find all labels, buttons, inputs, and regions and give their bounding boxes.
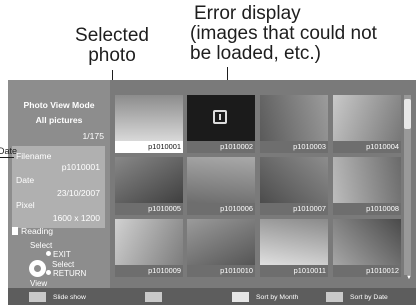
filename-label: Filename bbox=[16, 151, 52, 161]
callout-selected-line1: Selected bbox=[75, 25, 149, 46]
thumbnail-caption: p1010007 bbox=[260, 203, 328, 215]
filename-value: p1010001 bbox=[61, 162, 100, 172]
thumbnail-caption: p1010003 bbox=[260, 141, 328, 153]
thumbnail-photo[interactable]: p1010004 bbox=[333, 95, 401, 153]
thumbnail-image bbox=[187, 157, 255, 203]
return-bullet-icon bbox=[46, 270, 51, 275]
return-label: RETURN bbox=[53, 269, 87, 278]
exit-label: EXIT bbox=[53, 250, 71, 259]
sort-by-month-swatch bbox=[232, 292, 249, 302]
sort-by-date-button[interactable]: Sort by Date bbox=[326, 292, 388, 302]
thumbnail-photo[interactable]: p1010010 bbox=[187, 219, 255, 277]
exit-hint: EXIT bbox=[46, 250, 71, 259]
thumbnail-image bbox=[260, 157, 328, 203]
view-hint: View bbox=[30, 279, 48, 288]
sort-by-date-swatch bbox=[326, 292, 343, 302]
photo-view-screen: Photo View Mode All pictures 1/175 Filen… bbox=[8, 80, 416, 305]
scroll-thumb[interactable] bbox=[404, 99, 411, 129]
error-display-callout: Error display (images that could not be … bbox=[190, 4, 416, 64]
blank-function-button[interactable] bbox=[145, 292, 169, 302]
thumbnail-error[interactable]: p1010002 bbox=[187, 95, 255, 153]
pixel-value: 1600 x 1200 bbox=[52, 213, 100, 223]
info-sidepanel: Photo View Mode All pictures 1/175 Filen… bbox=[8, 80, 110, 288]
slide-show-label: Slide show bbox=[53, 293, 86, 301]
thumbnail-caption: p1010002 bbox=[187, 141, 255, 153]
thumbnail-caption: p1010005 bbox=[115, 203, 183, 215]
callout-error-line2: (images that could not bbox=[190, 23, 377, 44]
thumbnail-caption: p1010001 bbox=[115, 141, 183, 153]
callout-selected-line2: photo bbox=[88, 45, 136, 66]
thumbnail-image bbox=[260, 95, 328, 141]
thumbnail-image bbox=[115, 219, 183, 265]
date-label: Date bbox=[16, 175, 35, 185]
thumbnail-photo[interactable]: p1010007 bbox=[260, 157, 328, 215]
thumbnail-photo[interactable]: p1010005 bbox=[115, 157, 183, 215]
reading-status: Reading bbox=[12, 226, 53, 236]
thumbnail-image bbox=[333, 95, 401, 141]
thumbnail-image bbox=[115, 157, 183, 203]
sort-by-month-label: Sort by Month bbox=[256, 293, 299, 301]
file-info-box: Filename p1010001 Date 23/10/2007 Pixel … bbox=[12, 146, 105, 228]
thumbnail-image bbox=[260, 219, 328, 265]
thumbnail-caption: p1010012 bbox=[333, 265, 401, 277]
thumbnail-image bbox=[187, 219, 255, 265]
folder-title: All pictures bbox=[35, 115, 83, 125]
slide-show-swatch bbox=[29, 292, 46, 302]
scroll-down-arrow-icon[interactable]: ▼ bbox=[406, 275, 412, 281]
thumbnail-photo[interactable]: p1010009 bbox=[115, 219, 183, 277]
thumbnail-caption: p1010004 bbox=[333, 141, 401, 153]
thumbnail-photo[interactable]: p1010006 bbox=[187, 157, 255, 215]
bottom-bar: Slide show Sort by Month Sort by Date bbox=[8, 288, 416, 305]
selected-photo-callout: Selected photo bbox=[58, 26, 166, 66]
dpad-icon bbox=[29, 260, 46, 277]
select-hint-mid: Select bbox=[52, 260, 75, 269]
thumbnail-caption: p1010010 bbox=[187, 265, 255, 277]
blank-function-swatch bbox=[145, 292, 162, 302]
thumbnail-image bbox=[187, 95, 255, 141]
exit-bullet-icon bbox=[46, 251, 51, 256]
thumbnail-photo[interactable]: p1010012 bbox=[333, 219, 401, 277]
thumbnail-caption: p1010008 bbox=[333, 203, 401, 215]
callout-error-line3: be loaded, etc.) bbox=[190, 43, 321, 64]
thumbnail-caption: p1010009 bbox=[115, 265, 183, 277]
thumbnail-caption: p1010006 bbox=[187, 203, 255, 215]
photo-count: 1/175 bbox=[82, 131, 104, 141]
reading-label: Reading bbox=[21, 226, 54, 236]
sort-by-month-button[interactable]: Sort by Month bbox=[232, 292, 298, 302]
thumbnail-selected[interactable]: p1010001 bbox=[115, 95, 183, 153]
callout-error-line1: Error display bbox=[194, 3, 301, 24]
thumbnail-photo[interactable]: p1010003 bbox=[260, 95, 328, 153]
thumbnail-image bbox=[333, 157, 401, 203]
return-hint: RETURN bbox=[46, 269, 86, 278]
thumbnail-image bbox=[333, 219, 401, 265]
mode-title: Photo View Mode bbox=[23, 100, 95, 110]
select-hint-top: Select bbox=[30, 241, 53, 250]
thumbnail-photo[interactable]: p1010008 bbox=[333, 157, 401, 215]
thumbnail-caption: p1010011 bbox=[260, 265, 328, 277]
date-value: 23/10/2007 bbox=[56, 188, 100, 198]
thumbnail-photo[interactable]: p1010011 bbox=[260, 219, 328, 277]
document-icon bbox=[12, 227, 18, 235]
thumbnail-image bbox=[115, 95, 183, 141]
scrollbar[interactable] bbox=[404, 95, 411, 275]
leader-date bbox=[0, 157, 14, 158]
sort-by-date-label: Sort by Date bbox=[350, 293, 388, 301]
slide-show-button[interactable]: Slide show bbox=[29, 292, 86, 302]
pixel-label: Pixel bbox=[16, 200, 35, 210]
error-icon bbox=[213, 110, 227, 124]
date-callout: Date bbox=[0, 146, 18, 156]
